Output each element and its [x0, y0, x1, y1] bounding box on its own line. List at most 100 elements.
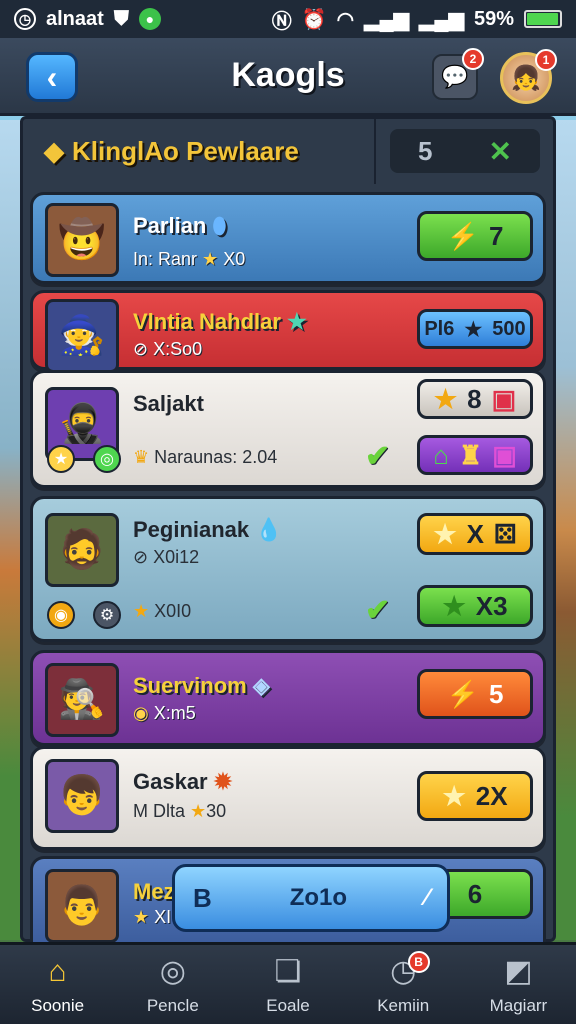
lightning-icon: ⚡: [446, 220, 479, 251]
nav-label: Kemiin: [377, 995, 430, 1015]
player-sub: In: Ranr ★ X0: [133, 249, 246, 269]
chat-button[interactable]: 💬 2: [432, 48, 484, 100]
rank-pill[interactable]: Pl6 ★ 500: [417, 309, 533, 349]
reward-pill[interactable]: ⌂ ♜ ▣: [417, 435, 533, 475]
score-popup[interactable]: B Zo1o ⁄: [172, 864, 450, 932]
dice-icon: ⚄: [494, 518, 517, 549]
nav-item-kemiin[interactable]: ◷ B Kemiin: [346, 945, 461, 1024]
list-item[interactable]: 👦 Gaskar ✹ M Dlta ★30 ★ 2X: [30, 746, 546, 850]
chat-icon: 💬: [441, 64, 469, 89]
player-avatar: 🧙: [45, 299, 119, 373]
star-pill[interactable]: ★ X ⚄: [417, 513, 533, 555]
star-icon: ★: [464, 318, 483, 341]
list-item[interactable]: 🥷 ★ ◎ Saljakt ♛ Naraunas: 2.04 ✔ ★ 8 ▣ ⌂ ♜ ▣: [30, 370, 546, 488]
player-name: Saljakt: [133, 391, 204, 416]
nav-badge: B: [407, 951, 430, 973]
player-sub: ◉ X:m5: [133, 703, 196, 723]
shield-icon: ⬮: [212, 213, 227, 238]
player-name: Mez: [133, 879, 175, 904]
battery-icon: [524, 10, 562, 28]
filter-title-label: KlinglAo Pewlaare: [72, 135, 299, 166]
star-badge-icon: ★: [47, 445, 75, 473]
close-popup-icon[interactable]: ⁄: [425, 884, 429, 912]
player-sub: M Dlta ★30: [133, 801, 227, 821]
filter-bar: ◆ KlinglAo Pewlaare 5 ✕: [22, 118, 554, 184]
nav-item-pencle[interactable]: ◎ Pencle: [115, 945, 230, 1024]
star-icon: ★: [287, 309, 307, 334]
crystal-icon: ◈: [252, 673, 270, 698]
star-icon: ★: [133, 601, 150, 621]
player-sub: ⊘ X0i12: [133, 547, 200, 567]
player-name: Parlian ⬮: [133, 213, 227, 238]
nav-item-home[interactable]: ⌂ Soonie: [0, 945, 115, 1024]
bottom-nav: ⌂ Soonie ◎ Pencle ❏ Eoale ◷ B Kemiin ◩ M…: [0, 942, 576, 1024]
filter-count-box[interactable]: 5 ✕: [390, 129, 540, 173]
list-item[interactable]: 🧔 Peginianak 💧 ⊘ X0i12 ◉ ⚙ ★ X0I0 ✔ ★ X ⚄ …: [30, 496, 546, 642]
check-icon: ✔: [365, 594, 391, 627]
fire-icon: ✹: [213, 769, 233, 794]
drop-icon: 💧: [255, 517, 283, 542]
star-icon: ★: [190, 801, 207, 821]
signal-icon: ▂▄▆: [364, 8, 410, 31]
player-name: Vlntia Nahdlar ★: [133, 309, 307, 334]
check-icon: ✔: [365, 440, 391, 473]
header: ‹ Kaogls 💬 2 👧 1: [0, 38, 576, 116]
nav-item-magiarr[interactable]: ◩ Magiarr: [461, 945, 576, 1024]
star-icon: ★: [433, 383, 458, 414]
coin-icon: ◎: [93, 445, 121, 473]
star-count-pill[interactable]: ★ X3: [417, 585, 533, 627]
coin-icon: ◉: [133, 703, 149, 723]
nav-label: Magiarr: [489, 995, 548, 1015]
player-name: Peginianak 💧: [133, 517, 283, 542]
carrier-label: alnaat: [46, 7, 104, 30]
signal-icon-2: ▂▄▆: [419, 8, 464, 31]
player-avatar: 🧔: [45, 513, 119, 587]
nfc-icon: Ⓝ: [271, 10, 292, 33]
battery-level-fill: [527, 13, 558, 25]
popup-value: Zo1o: [289, 884, 348, 911]
battery-percent: 59%: [473, 7, 514, 30]
lightning-icon: ⚡: [446, 678, 479, 709]
house-icon: ⌂: [433, 439, 449, 470]
avatar: 👧: [511, 64, 541, 92]
diamond-icon: ◆: [44, 135, 64, 166]
gear-icon: ⚙: [93, 601, 121, 629]
messenger-icon: ●: [138, 8, 161, 30]
player-name: Suervinom ◈: [133, 673, 270, 698]
coin-icon: ⊘: [133, 547, 149, 567]
chat-badge: 2: [462, 48, 484, 70]
list-item[interactable]: 🕵 Suervinom ◈ ◉ X:m5 ⚡ 5: [30, 650, 546, 746]
shield-icon: ⛊: [113, 7, 129, 30]
star-pill-button[interactable]: ★ 2X: [417, 771, 533, 821]
clear-filter-icon[interactable]: ✕: [489, 135, 512, 168]
star-icon: ★: [202, 249, 219, 269]
player-sub-2: ★ X0I0: [133, 601, 192, 621]
list-item[interactable]: 🤠 Parlian ⬮ In: Ranr ★ X0 ⚡ 7: [30, 192, 546, 284]
nav-label: Soonie: [31, 995, 85, 1015]
clock-icon: ◷: [14, 8, 36, 30]
profile-badge: 1: [535, 49, 557, 71]
nav-item-eoale[interactable]: ❏ Eoale: [230, 945, 345, 1024]
player-sub: ♛ Naraunas: 2.04: [133, 447, 278, 467]
filter-title: ◆ KlinglAo Pewlaare: [22, 118, 376, 184]
popup-left-label: B: [193, 882, 212, 913]
chat-icon: ❏: [274, 955, 302, 988]
coin-icon: ⊘: [133, 339, 149, 359]
profile-avatar-button[interactable]: 👧 1: [500, 49, 557, 104]
status-bar: ◷ alnaat ⛊ ● Ⓝ ⏰ ◠ ▂▄▆ ▂▄▆ 59%: [0, 0, 576, 38]
energy-pill-button[interactable]: ⚡ 7: [417, 211, 533, 261]
energy-pill-button[interactable]: ⚡ 5: [417, 669, 533, 719]
player-sub: ⊘ X:So0: [133, 339, 203, 359]
stars-pill[interactable]: ★ 8 ▣: [417, 379, 533, 419]
list-item[interactable]: 🧙 Vlntia Nahdlar ★ ⊘ X:So0 Pl6 ★ 500: [30, 290, 546, 373]
star-icon: ★: [433, 518, 457, 549]
player-name: Gaskar ✹: [133, 769, 233, 794]
star-icon: ★: [442, 590, 466, 621]
gift-icon: ▣: [492, 439, 517, 470]
player-avatar: 👨: [45, 869, 119, 943]
player-sub: ★ XI: [133, 907, 172, 927]
nav-label: Eoale: [266, 995, 310, 1015]
gift-icon: ▣: [491, 383, 517, 414]
alarm-icon: ⏰: [301, 8, 327, 31]
star-icon: ★: [133, 907, 150, 927]
